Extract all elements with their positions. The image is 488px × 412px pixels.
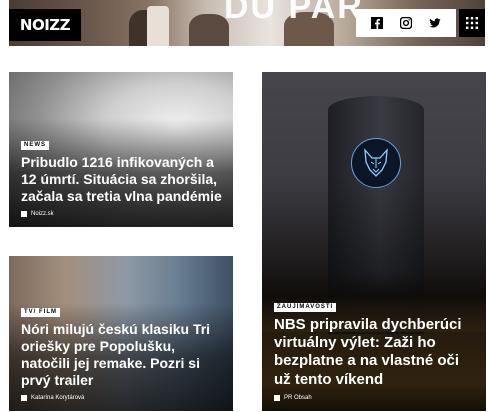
banner-person-silhouette [189, 14, 229, 46]
article-card[interactable]: ZAUJÍMAVOSTI NBS pripravila dychberúci v… [262, 72, 486, 411]
category-badge[interactable]: NEWS [21, 140, 49, 150]
article-card[interactable]: NEWS Pribudlo 1216 infikovaných a 12 úmr… [9, 72, 233, 227]
article-headline[interactable]: NBS pripravila dychberúci virtuálny výle… [274, 316, 478, 389]
category-badge[interactable]: ZAUJÍMAVOSTI [274, 302, 337, 312]
article-content: NEWS Pribudlo 1216 infikovaných a 12 úmr… [21, 133, 225, 217]
author-icon [274, 395, 280, 401]
logo-text: NOIZZ [19, 16, 71, 34]
twitter-icon[interactable] [429, 17, 441, 29]
author-row: PR Obsah [274, 395, 478, 401]
category-badge[interactable]: TV/ FILM [21, 307, 60, 317]
social-links [356, 9, 456, 37]
author-row: Katarína Korytárová [21, 395, 225, 401]
grid-menu-button[interactable] [459, 9, 485, 37]
article-card[interactable]: TV/ FILM Nóri milujú českú klasiku Tri o… [9, 256, 233, 411]
author-icon [21, 211, 27, 217]
author-icon [21, 395, 27, 401]
author-name[interactable]: Noizz.sk [31, 211, 54, 217]
instagram-icon[interactable] [399, 17, 412, 29]
banner-bottle [147, 6, 169, 46]
facebook-icon[interactable] [370, 17, 383, 29]
article-content: ZAUJÍMAVOSTI NBS pripravila dychberúci v… [274, 295, 478, 401]
site-logo[interactable]: NOIZZ [9, 9, 81, 41]
article-headline[interactable]: Nóri milujú českú klasiku Tri oriešky pr… [21, 321, 225, 389]
article-headline[interactable]: Pribudlo 1216 infikovaných a 12 úmrtí. S… [21, 154, 225, 205]
author-row: Noizz.sk [21, 211, 225, 217]
grid-menu-icon [466, 17, 478, 29]
author-name[interactable]: Katarína Korytárová [31, 395, 84, 401]
author-name[interactable]: PR Obsah [284, 395, 312, 401]
banner-text: DU PAR [224, 0, 364, 26]
article-content: TV/ FILM Nóri milujú českú klasiku Tri o… [21, 300, 225, 401]
